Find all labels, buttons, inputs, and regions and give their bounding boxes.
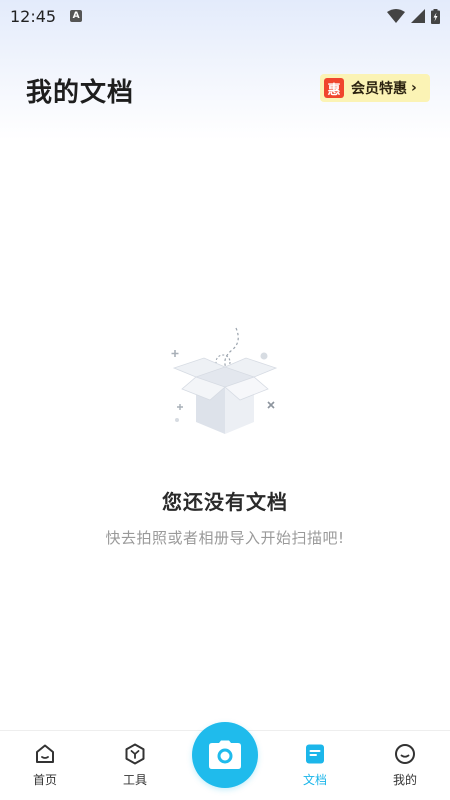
nav-label-documents: 文档: [302, 773, 327, 787]
home-icon: [36, 744, 54, 763]
empty-box-icon: [171, 327, 278, 434]
signal-icon: [411, 9, 425, 23]
chevron-right-icon: ›: [411, 80, 417, 96]
nav-item-documents[interactable]: 文档: [280, 743, 350, 788]
page-title: 我的文档: [26, 78, 135, 108]
empty-state-title: 您还没有文档: [162, 490, 288, 514]
profile-icon: [395, 744, 415, 764]
camera-scan-button[interactable]: [192, 722, 258, 788]
vip-label: 会员特惠: [351, 81, 407, 97]
battery-icon: [431, 8, 440, 24]
status-time: 12:45: [10, 6, 57, 26]
status-icons: [387, 8, 440, 24]
document-icon: [306, 744, 324, 764]
camera-icon: [209, 740, 241, 769]
nav-item-profile[interactable]: 我的: [370, 743, 440, 788]
nav-label-profile: 我的: [392, 773, 417, 787]
vip-promo-button[interactable]: 惠 会员特惠 ›: [320, 74, 430, 102]
status-bar: 12:45 A: [0, 0, 450, 32]
a-icon: A: [70, 10, 83, 22]
nav-item-home[interactable]: 首页: [10, 743, 80, 788]
nav-item-tools[interactable]: 工具: [100, 743, 170, 788]
nav-label-home: 首页: [32, 773, 57, 787]
empty-state-subtitle: 快去拍照或者相册导入开始扫描吧!: [105, 529, 345, 547]
tools-icon: [125, 743, 145, 765]
vip-badge: 惠: [324, 78, 344, 98]
nav-label-tools: 工具: [122, 773, 147, 787]
wifi-icon: [387, 9, 405, 23]
